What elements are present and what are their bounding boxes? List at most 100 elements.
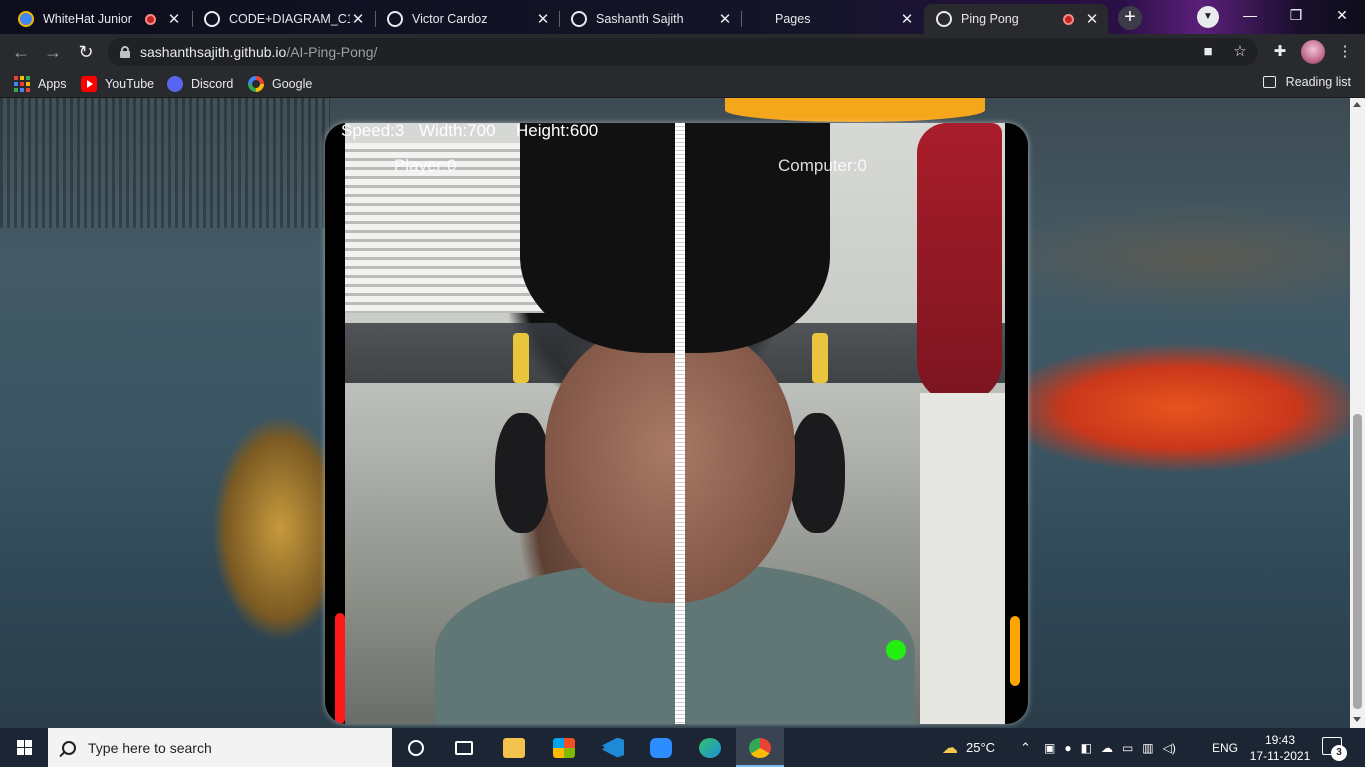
- recording-icon: [1063, 13, 1074, 25]
- background-door: [920, 393, 1005, 724]
- weather-widget[interactable]: ☁ 25°C: [942, 728, 995, 767]
- menu-icon[interactable]: ⋮: [1333, 40, 1357, 64]
- reading-list-button[interactable]: Reading list: [1262, 75, 1351, 89]
- scroll-down-icon[interactable]: [1353, 717, 1361, 722]
- tab-victor-cardoz[interactable]: Victor Cardoz ✕: [375, 4, 559, 34]
- network-icon[interactable]: ▥: [1142, 741, 1153, 755]
- tab-title: WhiteHat Junior: [43, 12, 132, 26]
- tab-strip: WhiteHat Junior ✕ CODE+DIAGRAM_C14 ✕ Vic…: [0, 0, 1365, 34]
- address-bar[interactable]: sashanthsajith.github.io/AI-Ping-Pong/: [108, 38, 1258, 66]
- tab-whitehat-junior[interactable]: WhiteHat Junior ✕: [6, 4, 190, 34]
- discord-icon: [167, 76, 183, 92]
- game-board[interactable]: Speed:3 Width:700 Height:600 Player:0 Co…: [325, 123, 1028, 724]
- back-icon[interactable]: ←: [9, 40, 33, 64]
- close-icon[interactable]: ✕: [717, 10, 733, 28]
- lock-icon: [120, 46, 130, 58]
- close-icon[interactable]: ✕: [535, 10, 551, 28]
- headphone-left: [495, 413, 550, 533]
- close-window-button[interactable]: ✕: [1319, 0, 1365, 30]
- microsoft-store-icon[interactable]: [540, 728, 588, 767]
- forward-icon[interactable]: →: [41, 40, 65, 64]
- task-view-icon[interactable]: [440, 728, 488, 767]
- tab-title: Sashanth Sajith: [596, 12, 684, 26]
- player-paddle: [335, 613, 345, 724]
- background-paddle-edge: [725, 98, 985, 122]
- background-jacket: [917, 123, 1002, 403]
- bookmarks-bar: Apps YouTube Discord Google Reading list: [0, 70, 1365, 98]
- scrollbar-thumb[interactable]: [1353, 414, 1362, 709]
- clock[interactable]: 19:43 17-11-2021: [1245, 732, 1315, 764]
- time: 19:43: [1264, 733, 1296, 747]
- vscode-icon[interactable]: [589, 728, 637, 767]
- weather-cloud-icon: ☁: [942, 739, 958, 757]
- edge-icon[interactable]: [686, 728, 734, 767]
- chrome-icon[interactable]: [736, 728, 784, 767]
- globe-icon: [936, 11, 952, 27]
- bookmark-label: YouTube: [105, 77, 155, 91]
- headphone-band-right: [812, 333, 828, 383]
- onedrive-icon[interactable]: ☁: [1101, 741, 1113, 755]
- tab-title: CODE+DIAGRAM_C14: [229, 12, 350, 26]
- new-tab-button[interactable]: +: [1118, 6, 1142, 30]
- player-score: Player:0: [394, 156, 457, 175]
- start-button[interactable]: [0, 728, 48, 767]
- url-path: /AI-Ping-Pong/: [286, 44, 378, 60]
- bookmark-youtube[interactable]: YouTube: [81, 75, 154, 93]
- taskbar-search[interactable]: Type here to search: [48, 728, 392, 767]
- headphone-band-left: [513, 333, 529, 383]
- date: 17-11-2021: [1249, 749, 1311, 763]
- bookmark-label: Google: [272, 77, 313, 91]
- whitehat-icon: [18, 11, 34, 27]
- reload-icon[interactable]: ↻: [74, 40, 98, 64]
- height-label: Height:600: [516, 123, 599, 140]
- zoom-tray-icon[interactable]: ▣: [1044, 741, 1055, 755]
- notification-badge: 3: [1331, 745, 1347, 761]
- page-background: Speed:3 Width:700 Height:600 Player:0 Co…: [0, 98, 1365, 728]
- language-indicator[interactable]: ENG: [1212, 728, 1238, 767]
- apps-grid-icon: [14, 76, 30, 92]
- bookmark-google[interactable]: Google: [248, 75, 312, 93]
- bookmark-star-icon[interactable]: ☆: [1228, 40, 1252, 64]
- bookmark-apps[interactable]: Apps: [14, 75, 67, 93]
- scroll-up-icon[interactable]: [1353, 102, 1361, 107]
- close-icon[interactable]: ✕: [166, 10, 182, 28]
- avatar[interactable]: [1301, 40, 1325, 64]
- minimize-button[interactable]: —: [1227, 0, 1273, 30]
- tab-code-diagram[interactable]: CODE+DIAGRAM_C14 ✕: [192, 4, 374, 34]
- close-icon[interactable]: ✕: [350, 10, 366, 28]
- battery-icon[interactable]: ▭: [1122, 741, 1133, 755]
- computer-paddle: [1010, 616, 1020, 686]
- cortana-icon[interactable]: [392, 728, 440, 767]
- background-mesh: [0, 98, 330, 228]
- system-tray-icons[interactable]: ▣ ● ◧ ☁ ▭ ▥ ◁): [1044, 728, 1176, 767]
- net: [675, 123, 685, 724]
- close-icon[interactable]: ✕: [899, 10, 915, 28]
- bookmark-discord[interactable]: Discord: [167, 75, 233, 93]
- bookmark-label: Discord: [191, 77, 234, 91]
- show-hidden-icons[interactable]: ⌃: [1020, 728, 1031, 767]
- search-icon: [62, 740, 76, 755]
- microphone-icon[interactable]: ●: [1064, 741, 1071, 755]
- page-scrollbar[interactable]: [1350, 98, 1365, 728]
- google-icon: [248, 76, 264, 92]
- tab-sashanth-sajith[interactable]: Sashanth Sajith ✕: [559, 4, 741, 34]
- tab-pages[interactable]: Pages ✕: [741, 4, 923, 34]
- close-icon[interactable]: ✕: [1084, 10, 1100, 28]
- zoom-icon[interactable]: [637, 728, 685, 767]
- volume-icon[interactable]: ◁): [1163, 741, 1176, 755]
- youtube-icon: [81, 76, 97, 92]
- tab-title: Pages: [775, 12, 811, 26]
- tab-title: Ping Pong: [961, 12, 1019, 26]
- ball: [886, 640, 906, 660]
- chevron-up-icon: ⌃: [1020, 739, 1031, 755]
- maximize-button[interactable]: ❐: [1273, 0, 1319, 30]
- meet-now-icon[interactable]: ◧: [1081, 741, 1092, 755]
- globe-icon: [204, 11, 220, 27]
- taskbar: Type here to search ☁ 25°C ⌃ ▣ ● ◧ ☁ ▭ ▥…: [0, 728, 1365, 767]
- camera-icon[interactable]: ■: [1196, 40, 1220, 64]
- tab-ping-pong[interactable]: Ping Pong ✕: [924, 4, 1108, 34]
- browser-toolbar: ← → ↻ sashanthsajith.github.io/AI-Ping-P…: [0, 34, 1365, 70]
- file-explorer-icon[interactable]: [490, 728, 538, 767]
- extensions-icon[interactable]: ✚: [1268, 40, 1292, 64]
- tab-search-button[interactable]: ▼: [1197, 6, 1219, 28]
